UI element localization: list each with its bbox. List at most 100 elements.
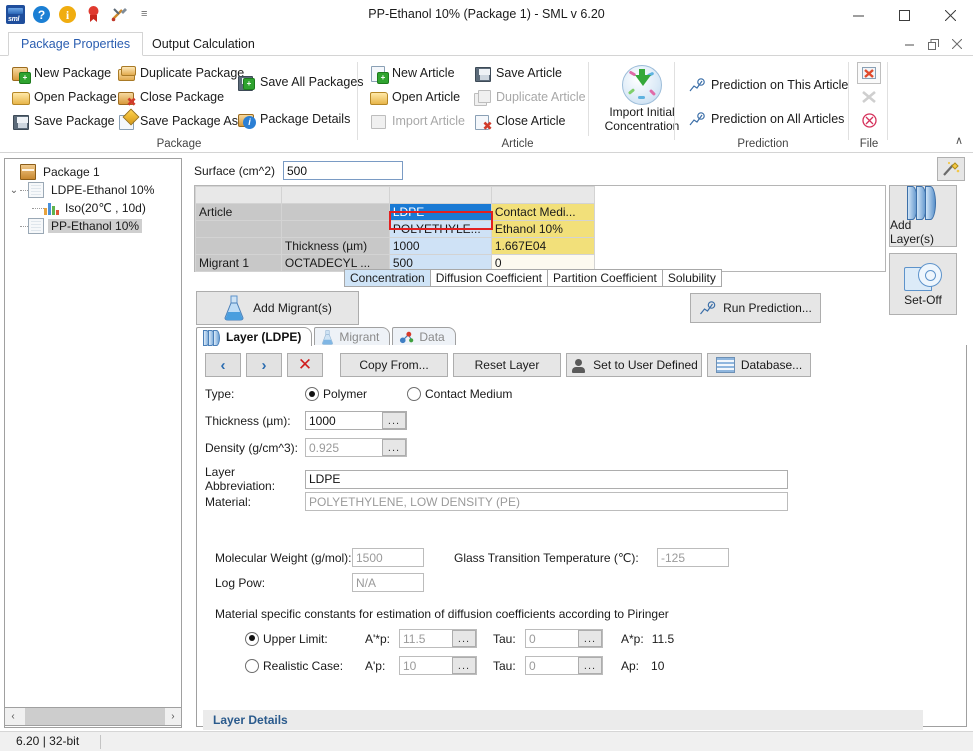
window-close-button[interactable] xyxy=(927,0,973,31)
material-input[interactable] xyxy=(305,492,788,511)
table-row[interactable]: Thickness (µm) 1000 1.667E04 xyxy=(196,238,885,255)
database-button[interactable]: Database... xyxy=(707,353,811,377)
tree-node-iso[interactable]: Iso(20℃ , 10d) xyxy=(8,199,178,217)
tab-migrant[interactable]: Migrant xyxy=(314,327,390,346)
tab-concentration[interactable]: Concentration xyxy=(344,269,430,287)
delete-layer-button[interactable]: ✕ xyxy=(287,353,323,377)
scrollbar-thumb[interactable] xyxy=(25,708,165,725)
open-article-button[interactable]: Open Article xyxy=(366,85,464,109)
merge-file-button[interactable] xyxy=(858,87,880,107)
open-package-icon xyxy=(12,89,29,106)
reset-layer-button[interactable]: Reset Layer xyxy=(453,353,561,377)
tab-package-properties[interactable]: Package Properties xyxy=(8,32,143,56)
grid-cell[interactable] xyxy=(196,221,282,238)
density-browse-button[interactable]: ... xyxy=(382,439,406,456)
import-article-button[interactable]: Import Article xyxy=(366,109,464,133)
radio-polymer-indicator[interactable] xyxy=(305,387,319,401)
package-details-button[interactable]: Package Details xyxy=(234,107,354,131)
tau-realistic-browse-button[interactable]: ... xyxy=(578,657,602,674)
grid-cell[interactable] xyxy=(281,221,389,238)
tab-partition-coefficient[interactable]: Partition Coefficient xyxy=(547,269,662,287)
auto-fill-wand-button[interactable] xyxy=(937,157,965,181)
a-p-browse-button[interactable]: ... xyxy=(452,657,476,674)
set-to-user-defined-button[interactable]: Set to User Defined xyxy=(566,353,702,377)
cancel-file-button[interactable] xyxy=(858,110,880,130)
grid-cell-medium-name[interactable]: Ethanol 10% xyxy=(491,221,594,238)
run-prediction-label: Run Prediction... xyxy=(723,301,812,315)
set-off-button[interactable]: Set-Off xyxy=(889,253,957,315)
thickness-browse-button[interactable]: ... xyxy=(382,412,406,429)
radio-realistic-case[interactable]: Realistic Case: xyxy=(245,659,365,673)
tree-horizontal-scrollbar[interactable]: ‹ › xyxy=(4,707,182,726)
grid-cell-migrant-label[interactable]: Migrant 1 xyxy=(196,255,282,272)
prediction-all-articles-button[interactable]: Prediction on All Articles xyxy=(685,107,852,131)
surface-input[interactable] xyxy=(283,161,403,180)
grid-cell-medium-thickness[interactable]: 1.667E04 xyxy=(491,238,594,255)
new-package-button[interactable]: New Package xyxy=(8,61,112,85)
table-row[interactable]: POLYETHYLE... Ethanol 10% xyxy=(196,221,885,238)
tab-diffusion-coefficient[interactable]: Diffusion Coefficient xyxy=(430,269,547,287)
save-package-button[interactable]: Save Package xyxy=(8,109,112,133)
duplicate-article-button[interactable]: Duplicate Article xyxy=(470,85,590,109)
grid-cell[interactable] xyxy=(491,187,594,204)
scroll-left-arrow-icon[interactable]: ‹ xyxy=(5,708,21,725)
run-prediction-button[interactable]: Run Prediction... xyxy=(690,293,821,323)
glass-transition-input[interactable] xyxy=(657,548,729,567)
prediction-this-article-button[interactable]: Prediction on This Article xyxy=(685,73,852,97)
tree-node-ldpe-ethanol[interactable]: ⌄ LDPE-Ethanol 10% xyxy=(8,181,178,199)
save-all-packages-button[interactable]: Save All Packages xyxy=(234,70,354,94)
tab-layer[interactable]: Layer (LDPE) xyxy=(196,327,312,346)
table-row[interactable] xyxy=(196,187,885,204)
grid-cell[interactable] xyxy=(281,187,389,204)
copy-from-button[interactable]: Copy From... xyxy=(340,353,448,377)
scroll-right-arrow-icon[interactable]: › xyxy=(165,708,181,725)
add-layers-button[interactable]: Add Layer(s) xyxy=(889,185,957,247)
close-package-button[interactable]: Close Package xyxy=(114,85,232,109)
close-article-button[interactable]: Close Article xyxy=(470,109,590,133)
tab-output-calculation[interactable]: Output Calculation xyxy=(140,32,267,56)
window-maximize-button[interactable] xyxy=(881,0,927,31)
molecular-weight-input[interactable] xyxy=(352,548,424,567)
tree-node-package-1[interactable]: Package 1 xyxy=(8,163,178,181)
grid-cell-thickness-value[interactable]: 1000 xyxy=(389,238,491,255)
radio-contact-medium[interactable]: Contact Medium xyxy=(407,387,512,401)
layer-abbreviation-input[interactable] xyxy=(305,470,788,489)
mdi-restore-button[interactable] xyxy=(921,33,945,55)
grid-cell-thickness-label[interactable]: Thickness (µm) xyxy=(281,238,389,255)
grid-cell-contact-medium[interactable]: Contact Medi... xyxy=(491,204,594,221)
tree-expander-icon[interactable]: ⌄ xyxy=(8,185,20,196)
grid-cell[interactable] xyxy=(389,187,491,204)
ribbon-collapse-button[interactable]: ∧ xyxy=(951,134,967,148)
add-migrants-button[interactable]: Add Migrant(s) xyxy=(196,291,359,325)
open-package-button[interactable]: Open Package xyxy=(8,85,112,109)
grid-cell[interactable] xyxy=(196,187,282,204)
radio-upper-limit-indicator[interactable] xyxy=(245,632,259,646)
close-file-button[interactable] xyxy=(857,62,881,84)
radio-contact-medium-indicator[interactable] xyxy=(407,387,421,401)
save-package-as-button[interactable]: Save Package As xyxy=(114,109,232,133)
tau-upper-browse-button[interactable]: ... xyxy=(578,630,602,647)
grid-cell-article-label[interactable]: Article xyxy=(196,204,282,221)
article-grid[interactable]: Article LDPE Contact Medi... POLYETHYLE.… xyxy=(194,185,886,272)
grid-cell-material[interactable]: POLYETHYLE... xyxy=(389,221,491,238)
radio-realistic-case-indicator[interactable] xyxy=(245,659,259,673)
radio-polymer[interactable]: Polymer xyxy=(305,387,407,401)
duplicate-package-button[interactable]: Duplicate Package xyxy=(114,61,232,85)
window-minimize-button[interactable] xyxy=(835,0,881,31)
grid-cell[interactable] xyxy=(281,204,389,221)
grid-cell-layer-name[interactable]: LDPE xyxy=(389,204,491,221)
tree-node-pp-ethanol[interactable]: PP-Ethanol 10% xyxy=(8,217,178,235)
log-pow-input[interactable] xyxy=(352,573,424,592)
save-article-button[interactable]: Save Article xyxy=(470,61,590,85)
mdi-close-button[interactable] xyxy=(945,33,969,55)
previous-layer-button[interactable]: ‹ xyxy=(205,353,241,377)
tab-solubility[interactable]: Solubility xyxy=(662,269,722,287)
new-article-button[interactable]: New Article xyxy=(366,61,464,85)
tab-data[interactable]: Data xyxy=(392,327,455,346)
next-layer-button[interactable]: › xyxy=(246,353,282,377)
a-star-p-browse-button[interactable]: ... xyxy=(452,630,476,647)
grid-cell[interactable] xyxy=(196,238,282,255)
table-row[interactable]: Article LDPE Contact Medi... xyxy=(196,204,885,221)
radio-upper-limit[interactable]: Upper Limit: xyxy=(245,632,365,646)
mdi-minimize-button[interactable] xyxy=(897,33,921,55)
